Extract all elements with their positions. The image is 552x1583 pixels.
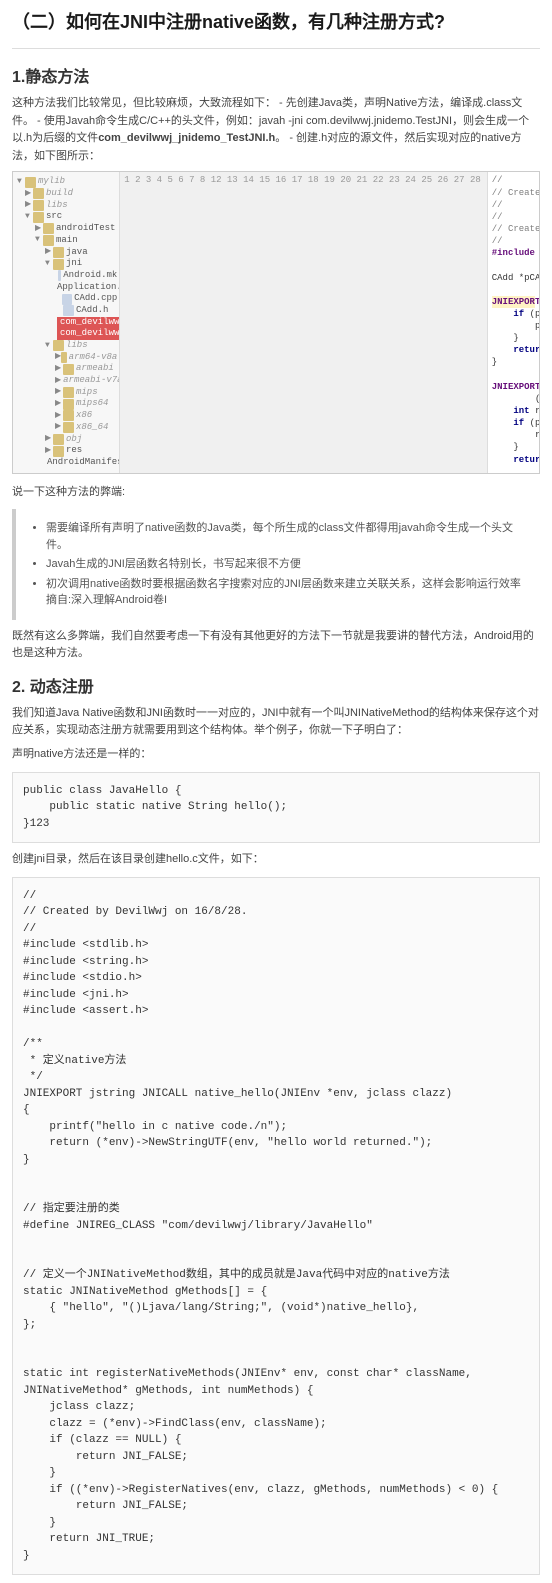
tree-item[interactable]: ▼jni: [15, 258, 117, 270]
tree-item[interactable]: ▶armeabi: [15, 363, 117, 375]
tree-item[interactable]: ▶armeabi-v7a: [15, 375, 117, 387]
cons-item: Javah生成的JNI层函数名特别长，书写起来很不方便: [46, 556, 528, 573]
tree-item[interactable]: ▶x86: [15, 410, 117, 422]
cons-list: 需要编译所有声明了native函数的Java类，每个所生成的class文件都得用…: [46, 520, 528, 609]
cons-quote: 需要编译所有声明了native函数的Java类，每个所生成的class文件都得用…: [12, 509, 540, 620]
dyn-hello-c: 创建jni目录，然后在该目录创建hello.c文件，如下：: [12, 851, 540, 869]
tree-item[interactable]: ▶res: [15, 445, 117, 457]
project-tree: ▼mylib▶build▶libs▼src▶androidTest▼main▶j…: [13, 172, 120, 472]
section-static-heading: 1.静态方法: [12, 63, 540, 87]
code-java-hello: public class JavaHello { public static n…: [12, 772, 540, 844]
cons-item: 需要编译所有声明了native函数的Java类，每个所生成的class文件都得用…: [46, 520, 528, 553]
tree-item[interactable]: CAdd.cpp: [15, 293, 117, 305]
line-gutter: 1 2 3 4 5 6 7 8 12 13 14 15 16 17 18 19 …: [120, 172, 487, 472]
dyn-declare: 声明native方法还是一样的：: [12, 746, 540, 764]
tree-item[interactable]: ▶build: [15, 188, 117, 200]
tree-item[interactable]: ▼src: [15, 211, 117, 223]
tree-item[interactable]: Android.mk: [15, 270, 117, 282]
ide-screenshot: ▼mylib▶build▶libs▼src▶androidTest▼main▶j…: [12, 171, 540, 473]
tree-item[interactable]: ▶arm64-v8a: [15, 352, 117, 364]
tree-item[interactable]: ▶x86_64: [15, 422, 117, 434]
static-bold-file: com_devilwwj_jnidemo_TestJNI.h: [98, 132, 275, 144]
tree-item[interactable]: ▶mips: [15, 387, 117, 399]
static-description: 这种方法我们比较常见，但比较麻烦，大致流程如下： - 先创建Java类，声明Na…: [12, 95, 540, 165]
cons-item: 初次调用native函数时要根据函数名字搜索对应的JNI层函数来建立关联关系，这…: [46, 576, 528, 609]
tree-item[interactable]: ▶mips64: [15, 398, 117, 410]
tree-item[interactable]: CAdd.h: [15, 305, 117, 317]
tree-item[interactable]: ▶androidTest: [15, 223, 117, 235]
tree-item[interactable]: com_devilwwj_jni_TestJNI.h: [15, 328, 117, 340]
tree-item[interactable]: ▶libs: [15, 200, 117, 212]
cons-summary: 既然有这么多弊端，我们自然要考虑一下有没有其他更好的方法下一节就是我要讲的替代方…: [12, 628, 540, 663]
tree-item[interactable]: com_devilwwj_jni_TestJNI.cpp: [15, 317, 117, 329]
page-title: （二）如何在JNI中注册native函数，有几种注册方式?: [12, 0, 540, 48]
tree-item[interactable]: AndroidManifest.xml: [15, 457, 117, 469]
dyn-intro: 我们知道Java Native函数和JNI函数时一一对应的，JNI中就有一个叫J…: [12, 705, 540, 740]
editor: // // Created by DevilWwj on 16/4/30. //…: [488, 172, 539, 472]
divider: [12, 48, 540, 49]
section-dynamic-heading: 2. 动态注册: [12, 673, 540, 697]
tree-item[interactable]: ▶java: [15, 247, 117, 259]
tree-item[interactable]: ▼main: [15, 235, 117, 247]
code-area: 1 2 3 4 5 6 7 8 12 13 14 15 16 17 18 19 …: [120, 172, 539, 472]
code-hello-c: // // Created by DevilWwj on 16/8/28. //…: [12, 877, 540, 1576]
cons-intro: 说一下这种方法的弊端:: [12, 484, 540, 502]
tree-item[interactable]: ▶obj: [15, 434, 117, 446]
tree-item[interactable]: ▼mylib: [15, 176, 117, 188]
tree-item[interactable]: Application.mk: [15, 282, 117, 294]
tree-item[interactable]: ▼libs: [15, 340, 117, 352]
